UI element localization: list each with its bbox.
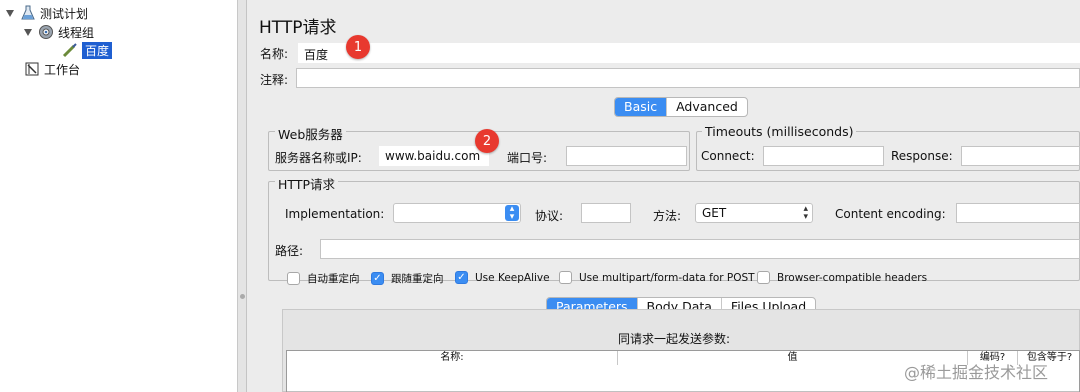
content-encoding-label: Content encoding:	[835, 207, 946, 221]
port-label: 端口号:	[507, 151, 548, 165]
server-name-field[interactable]: www.baidu.com	[379, 146, 489, 166]
watermark: @稀土掘金技术社区	[904, 363, 1049, 382]
tree-item-label: 线程组	[58, 25, 95, 40]
checkbox-label: Browser-compatible headers	[777, 271, 928, 284]
checkbox-box[interactable]	[757, 271, 770, 284]
implementation-label: Implementation:	[285, 207, 385, 221]
server-name-value: www.baidu.com	[385, 149, 481, 163]
follow-redirect-checkbox[interactable]: ✓ 跟随重定向	[371, 271, 444, 286]
checkmark-icon[interactable]: ✓	[371, 272, 384, 285]
connect-label: Connect:	[701, 149, 755, 163]
name-field-value: 百度	[304, 48, 329, 62]
test-plan-tree: 测试计划 线程组 百度 工作台	[0, 0, 238, 392]
response-label: Response:	[891, 149, 953, 163]
connect-field[interactable]	[763, 146, 884, 166]
auto-redirect-checkbox[interactable]: 自动重定向	[287, 271, 360, 286]
method-label: 方法:	[653, 209, 682, 223]
drag-handle-icon[interactable]	[240, 294, 245, 299]
annotation-badge-2: 2	[475, 129, 499, 153]
protocol-field[interactable]	[581, 203, 631, 223]
chevron-updown-icon: ▴ ▾	[505, 205, 519, 222]
tab-basic[interactable]: Basic	[615, 98, 667, 116]
chevron-updown-icon: ▴ ▾	[803, 204, 808, 222]
protocol-label: 协议:	[535, 209, 564, 223]
expand-icon[interactable]	[6, 9, 14, 17]
content-encoding-field[interactable]	[956, 203, 1080, 223]
annotation-badge-1: 1	[346, 35, 370, 59]
expand-icon[interactable]	[24, 28, 32, 36]
parameters-caption: 同请求一起发送参数:	[618, 332, 731, 346]
multipart-checkbox[interactable]: Use multipart/form-data for POST	[559, 271, 755, 284]
path-field[interactable]	[320, 239, 1080, 259]
sampler-icon	[62, 42, 78, 58]
column-header-name[interactable]: 名称:	[287, 351, 617, 365]
response-field[interactable]	[961, 146, 1080, 166]
tree-item-label: 百度	[82, 41, 113, 59]
page-title: HTTP请求	[259, 18, 337, 38]
gear-icon	[38, 24, 54, 40]
checkbox-label: 自动重定向	[307, 273, 360, 285]
checkbox-label: Use multipart/form-data for POST	[579, 271, 755, 284]
tree-item-label: 测试计划	[40, 6, 89, 21]
checkbox-box[interactable]	[287, 272, 300, 285]
name-field[interactable]: 百度	[298, 43, 1080, 63]
tree-item-workbench[interactable]: 工作台	[24, 60, 80, 78]
comment-label: 注释:	[260, 73, 289, 87]
checkbox-label: Use KeepAlive	[475, 271, 550, 284]
http-request-panel: HTTP请求 名称: 百度 1 注释: Basic Advanced Web服务…	[248, 0, 1080, 392]
workbench-icon	[24, 61, 40, 77]
http-request-group-title: HTTP请求	[275, 174, 338, 193]
tree-item-thread-group[interactable]: 线程组	[24, 23, 94, 41]
method-value: GET	[702, 206, 727, 220]
comment-field[interactable]	[296, 68, 1080, 88]
test-plan-icon	[20, 5, 36, 21]
name-label: 名称:	[260, 47, 289, 61]
server-name-label: 服务器名称或IP:	[275, 151, 362, 165]
timeouts-title: Timeouts (milliseconds)	[702, 124, 857, 139]
tree-item-label: 工作台	[44, 62, 81, 77]
web-server-title: Web服务器	[275, 124, 346, 143]
port-field[interactable]	[566, 146, 687, 166]
implementation-select[interactable]: ▴ ▾	[393, 203, 521, 223]
path-label: 路径:	[275, 244, 304, 258]
basic-advanced-tabs: Basic Advanced	[614, 97, 748, 117]
method-select[interactable]: GET ▴ ▾	[695, 203, 813, 223]
checkmark-icon[interactable]: ✓	[455, 271, 468, 284]
checkbox-box[interactable]	[559, 271, 572, 284]
checkbox-label: 跟随重定向	[391, 273, 444, 285]
http-request-group	[268, 181, 1080, 281]
tree-item-test-plan[interactable]: 测试计划	[6, 4, 88, 22]
tree-item-baidu[interactable]: 百度	[62, 41, 113, 59]
keepalive-checkbox[interactable]: ✓ Use KeepAlive	[455, 271, 550, 284]
split-pane-divider[interactable]	[238, 0, 247, 392]
tab-advanced[interactable]: Advanced	[666, 98, 747, 116]
browser-headers-checkbox[interactable]: Browser-compatible headers	[757, 271, 927, 284]
